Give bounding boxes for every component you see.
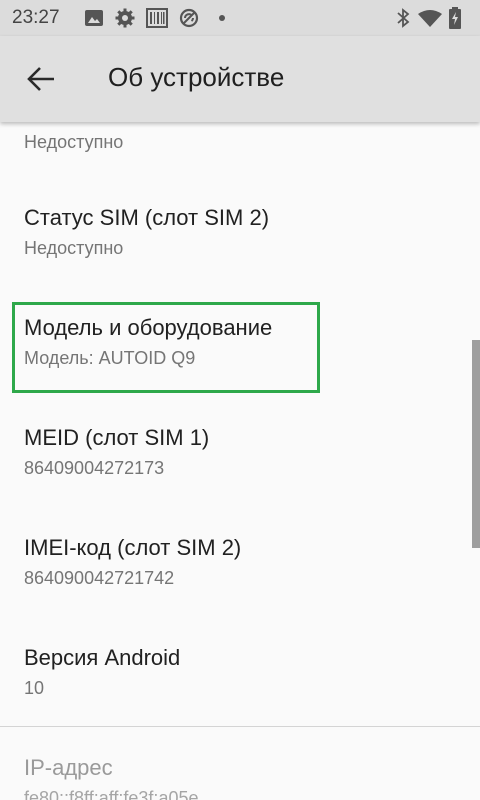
list-item-android-version[interactable]: Версия Android 10 — [24, 644, 454, 700]
sync-icon — [179, 8, 199, 28]
list-item-summary: Недоступно — [24, 132, 124, 152]
scrollbar[interactable] — [472, 340, 480, 548]
status-time: 23:27 — [12, 7, 60, 28]
back-button[interactable] — [18, 58, 66, 100]
dot-icon — [219, 15, 225, 21]
list-item-summary: 864090042721742 — [24, 568, 175, 588]
list-item-partial[interactable]: Недоступно — [24, 126, 454, 154]
barcode-icon — [146, 8, 168, 28]
list-item-ip-address: IP-адрес fe80::f8ff:aff:fe3f:a05e — [24, 754, 454, 800]
list-item-imei-slot2[interactable]: IMEI-код (слот SIM 2) 864090042721742 — [24, 534, 454, 590]
status-bar: 23:27 — [0, 0, 480, 36]
list-item-summary: 86409004272173 — [24, 458, 165, 478]
image-icon — [85, 10, 103, 26]
list-item-sim-status-slot2[interactable]: Статус SIM (слот SIM 2) Недоступно — [24, 204, 454, 260]
list-item-title: IMEI-код (слот SIM 2) — [24, 535, 242, 560]
list-item-title: Версия Android — [24, 645, 181, 670]
status-system-icons — [396, 7, 472, 29]
wifi-icon — [418, 10, 442, 27]
list-item-meid-slot1[interactable]: MEID (слот SIM 1) 86409004272173 — [24, 424, 454, 480]
page-title: Об устройстве — [108, 62, 285, 92]
list-item-summary: 10 — [24, 678, 45, 698]
list-item-title: IP-адрес — [24, 755, 113, 780]
list-divider — [0, 726, 480, 727]
list-item-title: Статус SIM (слот SIM 2) — [24, 205, 270, 230]
gear-icon — [115, 8, 135, 28]
list-item-summary: fe80::f8ff:aff:fe3f:a05e — [24, 788, 199, 800]
app-bar: Об устройстве — [0, 36, 480, 122]
battery-icon — [449, 7, 461, 29]
list-item-title: MEID (слот SIM 1) — [24, 425, 210, 450]
settings-list: Недоступно Статус SIM (слот SIM 2) Недос… — [0, 122, 480, 800]
bluetooth-icon — [397, 8, 410, 28]
highlight-box — [12, 302, 320, 393]
list-item-summary: Недоступно — [24, 238, 124, 258]
arrow-back-icon — [27, 67, 54, 91]
